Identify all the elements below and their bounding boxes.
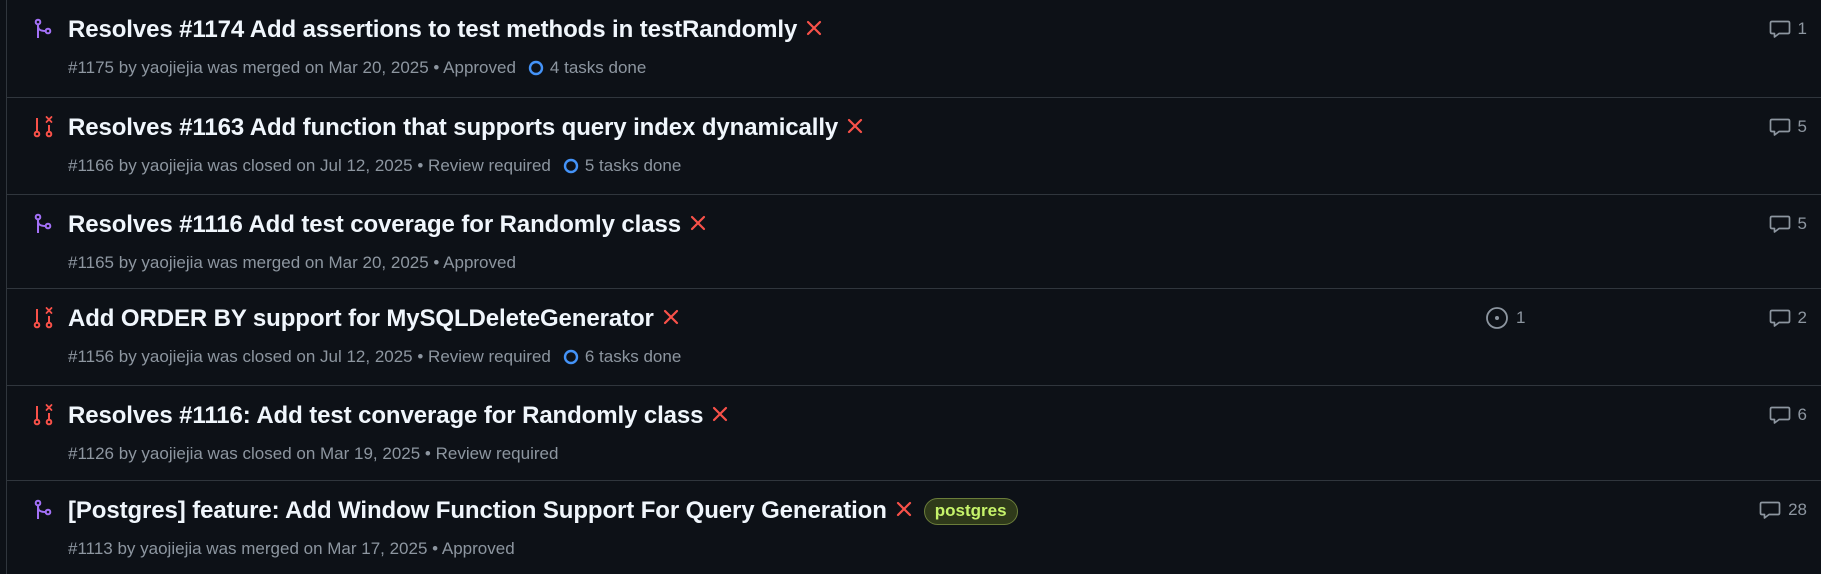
task-progress-text: 5 tasks done xyxy=(584,156,682,175)
pull-request-title[interactable]: Resolves #1174 Add assertions to test me… xyxy=(68,16,797,44)
comments-count[interactable]: 1 xyxy=(1769,19,1807,39)
pull-request-meta-text: #1156 by yaojiejia was closed on Jul 12,… xyxy=(68,347,551,366)
task-progress-text: 4 tasks done xyxy=(549,58,647,77)
pull-request-title[interactable]: Add ORDER BY support for MySQLDeleteGene… xyxy=(68,305,654,333)
git-merge-icon xyxy=(34,213,52,233)
git-merge-icon xyxy=(34,499,52,519)
pull-request-meta: #1175 by yaojiejia was merged on Mar 20,… xyxy=(68,58,646,78)
comments-count-text: 1 xyxy=(1797,19,1807,38)
task-progress-text: 6 tasks done xyxy=(584,347,682,366)
close-x-icon[interactable] xyxy=(806,20,822,36)
pull-request-meta: #1126 by yaojiejia was closed on Mar 19,… xyxy=(68,444,558,464)
pull-request-meta: #1113 by yaojiejia was merged on Mar 17,… xyxy=(68,539,515,559)
issue-opened-icon xyxy=(1486,307,1508,329)
comments-count[interactable]: 5 xyxy=(1769,117,1807,137)
pull-request-row[interactable]: Resolves #1174 Add assertions to test me… xyxy=(7,0,1821,98)
pull-request-meta: #1166 by yaojiejia was closed on Jul 12,… xyxy=(68,156,681,176)
close-x-icon[interactable] xyxy=(712,406,728,422)
git-pull-request-closed-icon xyxy=(33,404,53,426)
pull-request-row[interactable]: Resolves #1116 Add test coverage for Ran… xyxy=(7,195,1821,289)
comments-count[interactable]: 5 xyxy=(1769,214,1807,234)
pull-request-meta-text: #1126 by yaojiejia was closed on Mar 19,… xyxy=(68,444,559,463)
pull-request-meta: #1165 by yaojiejia was merged on Mar 20,… xyxy=(68,253,516,273)
pull-request-list: Resolves #1174 Add assertions to test me… xyxy=(6,0,1821,574)
pull-request-meta-text: #1165 by yaojiejia was merged on Mar 20,… xyxy=(68,253,516,272)
pull-request-row[interactable]: Resolves #1116: Add test converage for R… xyxy=(7,386,1821,481)
pull-request-meta-text: #1175 by yaojiejia was merged on Mar 20,… xyxy=(68,58,516,77)
comments-count-text: 6 xyxy=(1797,405,1807,424)
git-pull-request-closed-icon xyxy=(33,116,53,138)
task-progress[interactable]: 5 tasks done xyxy=(563,156,681,176)
pull-request-row[interactable]: [Postgres] feature: Add Window Function … xyxy=(7,481,1821,574)
task-progress-icon xyxy=(563,158,579,174)
git-pull-request-closed-icon xyxy=(33,307,53,329)
pull-request-title[interactable]: Resolves #1116 Add test coverage for Ran… xyxy=(68,211,681,239)
pull-request-row[interactable]: Add ORDER BY support for MySQLDeleteGene… xyxy=(7,289,1821,386)
close-x-icon[interactable] xyxy=(847,118,863,134)
task-progress[interactable]: 4 tasks done xyxy=(528,58,646,78)
close-x-icon[interactable] xyxy=(690,215,706,231)
linked-issues-count-text: 1 xyxy=(1516,308,1526,327)
pull-request-title[interactable]: Resolves #1163 Add function that support… xyxy=(68,114,838,142)
comments-count[interactable]: 28 xyxy=(1759,500,1807,520)
pull-request-meta-text: #1113 by yaojiejia was merged on Mar 17,… xyxy=(68,539,515,558)
pull-request-row[interactable]: Resolves #1163 Add function that support… xyxy=(7,98,1821,195)
task-progress-icon xyxy=(563,349,579,365)
label-badge[interactable]: postgres xyxy=(923,497,1018,525)
comments-count-text: 28 xyxy=(1788,500,1807,519)
pull-request-title[interactable]: [Postgres] feature: Add Window Function … xyxy=(68,497,887,525)
comment-icon xyxy=(1759,501,1781,519)
comments-count[interactable]: 2 xyxy=(1769,308,1807,328)
close-x-icon[interactable] xyxy=(663,309,679,325)
pull-request-meta: #1156 by yaojiejia was closed on Jul 12,… xyxy=(68,347,681,367)
comment-icon xyxy=(1769,406,1790,424)
close-x-icon[interactable] xyxy=(896,501,912,517)
comment-icon xyxy=(1769,20,1790,38)
git-merge-icon xyxy=(34,18,52,38)
comment-icon xyxy=(1769,118,1790,136)
comment-icon xyxy=(1769,215,1790,233)
comments-count-text: 2 xyxy=(1797,308,1807,327)
pull-request-title[interactable]: Resolves #1116: Add test converage for R… xyxy=(68,402,704,430)
comment-icon xyxy=(1769,309,1790,327)
comments-count[interactable]: 6 xyxy=(1769,405,1807,425)
task-progress[interactable]: 6 tasks done xyxy=(563,347,681,367)
linked-issues-count[interactable]: 1 xyxy=(1485,306,1525,330)
pull-request-meta-text: #1166 by yaojiejia was closed on Jul 12,… xyxy=(68,156,551,175)
comments-count-text: 5 xyxy=(1797,214,1807,233)
task-progress-icon xyxy=(528,60,544,76)
comments-count-text: 5 xyxy=(1797,117,1807,136)
